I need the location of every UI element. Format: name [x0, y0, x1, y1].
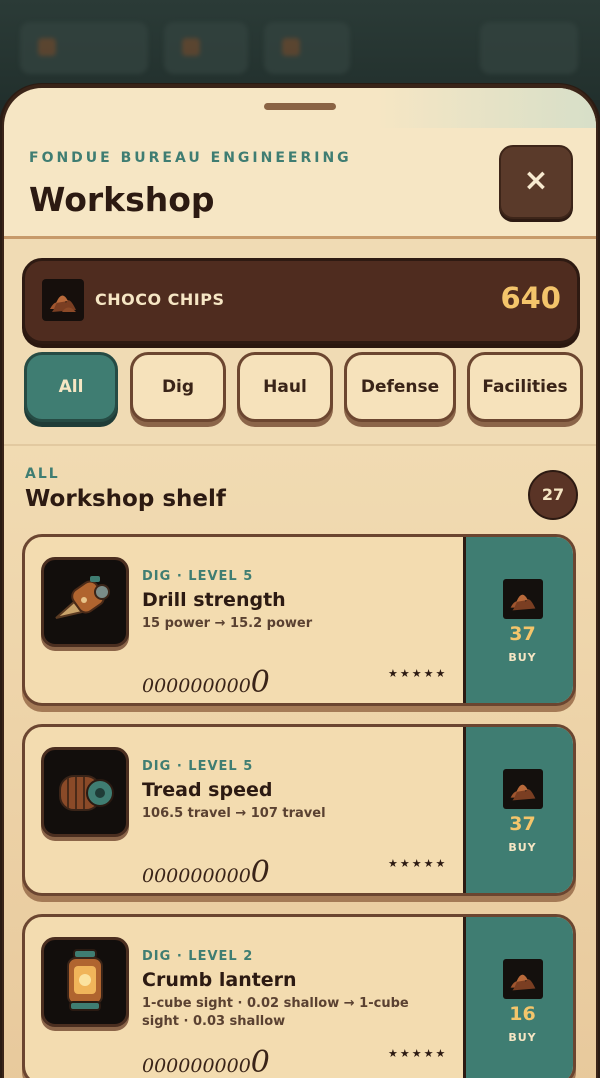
tab-dig[interactable]: Dig [130, 352, 226, 422]
background-resource-pill [164, 22, 248, 74]
tab-facilities[interactable]: Facilities [467, 352, 583, 422]
choco-chips-icon [42, 279, 84, 321]
rating-stars: ★★★★★ [388, 857, 448, 870]
buy-button[interactable]: 37 BUY [463, 537, 573, 703]
buy-button[interactable]: 37 BUY [463, 727, 573, 893]
workshop-sheet: FONDUE BUREAU ENGINEERING Workshop × CHO… [4, 88, 596, 1078]
sheet-grabber[interactable] [264, 103, 336, 110]
section-title: Workshop shelf [25, 486, 226, 512]
choco-chips-icon [503, 769, 543, 809]
item-name: Crumb lantern [142, 969, 297, 991]
item-price: 37 [509, 813, 536, 835]
item-category: DIG · LEVEL 2 [142, 949, 254, 964]
level-pips: 0000000000 [142, 1045, 270, 1078]
item-price: 16 [509, 1003, 536, 1025]
item-description: 106.5 travel → 107 travel [142, 806, 326, 821]
item-count-badge: 27 [528, 470, 578, 520]
background-resource-pill [20, 22, 148, 74]
item-description: 15 power → 15.2 power [142, 616, 313, 631]
currency-label: CHOCO CHIPS [95, 290, 225, 309]
item-description: 1-cube sight · 0.02 shallow → 1-cube sig… [142, 996, 409, 1029]
close-button[interactable]: × [499, 145, 573, 219]
rating-stars: ★★★★★ [388, 667, 448, 680]
background-hud [0, 0, 600, 100]
page-title: Workshop [29, 180, 215, 219]
item-name: Drill strength [142, 589, 286, 611]
upgrade-card[interactable]: DIG · LEVEL 5 Tread speed 106.5 travel →… [22, 724, 576, 896]
tab-defense[interactable]: Defense [344, 352, 456, 422]
buy-label: BUY [508, 841, 537, 854]
upgrade-card[interactable]: DIG · LEVEL 2 Crumb lantern 1-cube sight… [22, 914, 576, 1078]
currency-bar: CHOCO CHIPS 640 [22, 258, 580, 344]
item-category: DIG · LEVEL 5 [142, 759, 254, 774]
level-pips: 0000000000 [142, 855, 270, 890]
buy-label: BUY [508, 1031, 537, 1044]
item-price: 37 [509, 623, 536, 645]
section-label: ALL [25, 466, 60, 482]
drill-icon [41, 557, 129, 647]
lantern-icon [41, 937, 129, 1027]
level-pips: 0000000000 [142, 665, 270, 700]
tab-haul[interactable]: Haul [237, 352, 333, 422]
choco-chips-icon [503, 579, 543, 619]
close-icon: × [523, 163, 549, 198]
category-tabs: All Dig Haul Defense Facilities [22, 350, 584, 430]
item-name: Tread speed [142, 779, 273, 801]
choco-chips-icon [503, 959, 543, 999]
buy-button[interactable]: 16 BUY [463, 917, 573, 1078]
header-eyebrow: FONDUE BUREAU ENGINEERING [29, 150, 352, 166]
tab-all[interactable]: All [24, 352, 118, 422]
background-menu-pill [480, 22, 578, 74]
currency-value: 640 [500, 281, 561, 315]
rating-stars: ★★★★★ [388, 1047, 448, 1060]
tread-icon [41, 747, 129, 837]
upgrade-card[interactable]: DIG · LEVEL 5 Drill strength 15 power → … [22, 534, 576, 706]
background-resource-pill [264, 22, 350, 74]
item-category: DIG · LEVEL 5 [142, 569, 254, 584]
buy-label: BUY [508, 651, 537, 664]
